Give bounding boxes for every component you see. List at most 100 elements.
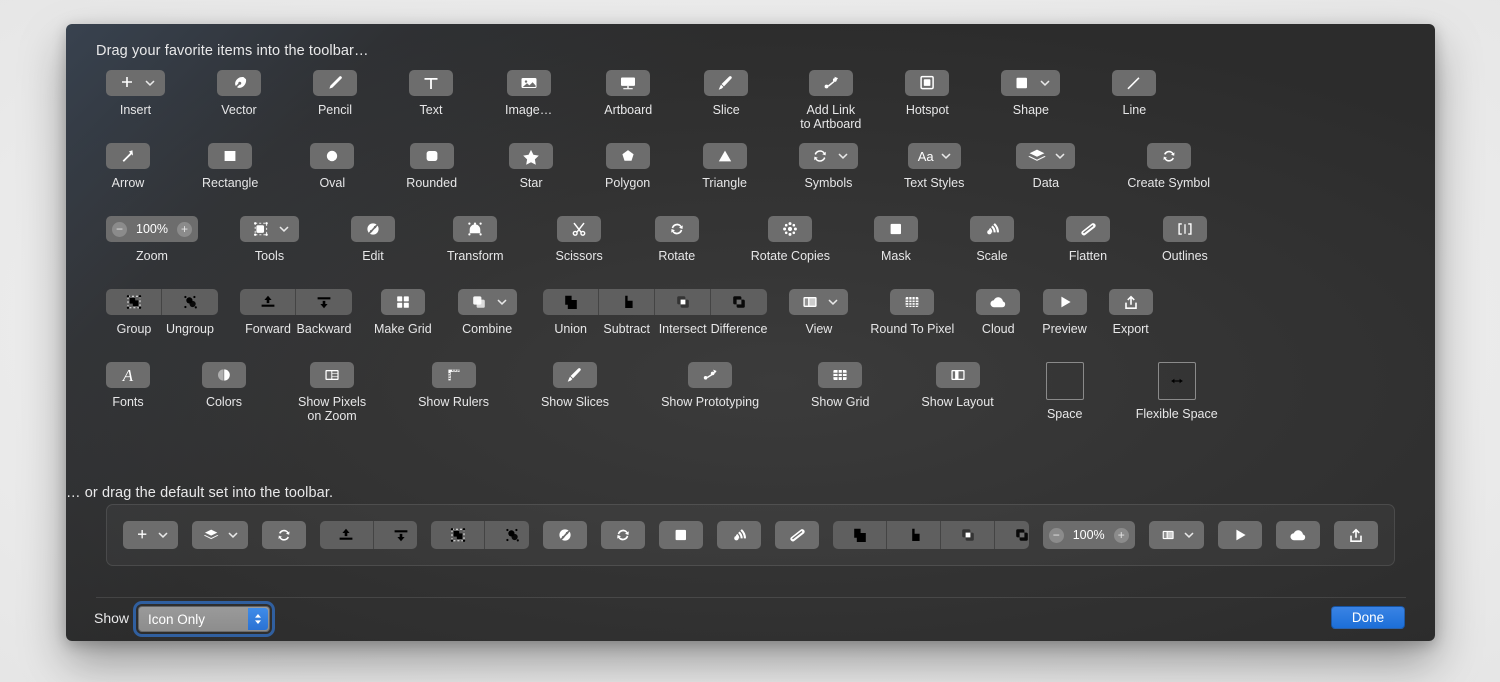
default-item-rotate[interactable] [601, 521, 646, 549]
palette-item-text[interactable]: Text [409, 70, 453, 117]
union-icon[interactable] [833, 521, 888, 549]
artboard-icon[interactable] [606, 70, 651, 96]
chevron-down-icon[interactable] [158, 530, 168, 540]
palette-item-round-to-pixel[interactable]: Round To Pixel [870, 289, 954, 336]
palette-item-rounded[interactable]: Rounded [406, 143, 457, 190]
palette-item-export[interactable]: Export [1108, 289, 1153, 336]
send-backward-icon[interactable] [296, 289, 352, 315]
line-icon[interactable] [1112, 70, 1157, 96]
palette-item-colors[interactable]: Colors [202, 362, 246, 409]
polygon-icon[interactable] [605, 143, 650, 169]
symbols-icon[interactable] [798, 143, 858, 169]
create-symbol-icon[interactable] [1146, 143, 1191, 169]
pencil-icon[interactable] [313, 70, 357, 96]
chevron-down-icon[interactable] [828, 297, 838, 307]
show-select-wrap[interactable]: Icon Only [136, 604, 272, 634]
palette-item-outlines[interactable]: Outlines [1162, 216, 1208, 263]
export-icon[interactable] [1108, 289, 1153, 315]
zoom-minus-button[interactable]: − [112, 221, 127, 237]
chevron-down-icon[interactable] [228, 530, 238, 540]
fonts-a-icon[interactable]: A [106, 362, 150, 388]
image-icon[interactable] [506, 70, 551, 96]
show-layout-icon[interactable] [935, 362, 980, 388]
triangle-icon[interactable] [702, 143, 747, 169]
palette-item-triangle[interactable]: Triangle [702, 143, 747, 190]
palette-item-pencil[interactable]: Pencil [313, 70, 357, 117]
chevron-down-icon[interactable] [497, 297, 507, 307]
default-item-data[interactable] [192, 521, 248, 549]
show-select[interactable]: Icon Only [138, 606, 270, 632]
zoom-plus-button[interactable]: + [1113, 527, 1129, 543]
space-box-icon[interactable] [1045, 362, 1084, 400]
scissors-icon[interactable] [557, 216, 602, 242]
make-grid-icon[interactable] [380, 289, 425, 315]
pen-nib-icon[interactable] [217, 70, 261, 96]
send-backward-icon[interactable] [374, 521, 418, 549]
palette-item-view[interactable]: View [789, 289, 849, 336]
palette-item-slice[interactable]: Slice [704, 70, 749, 117]
show-grid-icon[interactable] [818, 362, 863, 388]
chevron-down-icon[interactable] [941, 151, 951, 161]
default-item-scale[interactable] [717, 521, 762, 549]
arrow-icon[interactable] [106, 143, 150, 169]
chevron-down-icon[interactable] [145, 78, 155, 88]
segmented-control[interactable] [240, 289, 352, 315]
show-pixels-icon[interactable] [310, 362, 355, 388]
palette-item-scissors[interactable]: Scissors [556, 216, 603, 263]
default-item-export[interactable] [1334, 521, 1379, 549]
palette-item-add-link-to-artboard[interactable]: Add Link to Artboard [800, 70, 861, 131]
palette-item-zoom[interactable]: −100% + Zoom [106, 216, 198, 263]
palette-item-rotate-copies[interactable]: Rotate Copies [751, 216, 830, 263]
default-item-preview[interactable] [1218, 521, 1263, 549]
palette-item-make-grid[interactable]: Make Grid [374, 289, 432, 336]
palette-item-line[interactable]: Line [1112, 70, 1157, 117]
default-item-edit[interactable] [543, 521, 588, 549]
palette-item-text-styles[interactable]: Aa Text Styles [904, 143, 964, 190]
default-item-create-symbol[interactable] [261, 521, 306, 549]
round-to-pixel-icon[interactable] [890, 289, 935, 315]
subtract-icon[interactable] [599, 289, 656, 315]
default-item-cloud[interactable] [1276, 521, 1321, 549]
default-item-flatten[interactable] [775, 521, 820, 549]
palette-item-mask[interactable]: Mask [873, 216, 918, 263]
difference-icon[interactable] [995, 521, 1029, 549]
zoom-stepper[interactable]: −100% + [106, 216, 198, 242]
palette-group-union-subtract-intersect-difference[interactable]: Union Subtract Intersect Difference [543, 289, 767, 336]
outlines-icon[interactable] [1162, 216, 1207, 242]
palette-item-tools[interactable]: Tools [240, 216, 299, 263]
palette-item-artboard[interactable]: Artboard [604, 70, 652, 117]
show-slices-icon[interactable] [553, 362, 598, 388]
chevron-down-icon[interactable] [1184, 530, 1194, 540]
shape-square-icon[interactable] [1001, 70, 1061, 96]
chevron-down-icon[interactable] [838, 151, 848, 161]
palette-item-show-grid[interactable]: Show Grid [811, 362, 869, 409]
ungroup-icon[interactable] [485, 521, 529, 549]
palette-group-forward-backward[interactable]: Forward Backward [240, 289, 352, 336]
chevron-down-icon[interactable] [1055, 151, 1065, 161]
default-zoom-stepper[interactable]: −100% + [1042, 521, 1135, 549]
data-layers-icon[interactable] [1016, 143, 1076, 169]
palette-item-flatten[interactable]: Flatten [1065, 216, 1110, 263]
colors-icon[interactable] [202, 362, 246, 388]
palette-item-shape[interactable]: Shape [1001, 70, 1061, 117]
palette-item-image[interactable]: Image… [505, 70, 552, 117]
intersect-icon[interactable] [941, 521, 996, 549]
palette-item-star[interactable]: Star [509, 143, 554, 190]
segmented-control[interactable] [106, 289, 218, 315]
palette-item-show-rulers[interactable]: Show Rulers [418, 362, 489, 409]
palette-item-show-slices[interactable]: Show Slices [541, 362, 609, 409]
palette-item-rectangle[interactable]: Rectangle [202, 143, 258, 190]
bring-forward-icon[interactable] [320, 521, 374, 549]
rotate-icon[interactable] [654, 216, 699, 242]
palette-item-space[interactable]: Space [1045, 362, 1084, 421]
slice-knife-icon[interactable] [704, 70, 749, 96]
flexible-space-icon[interactable] [1157, 362, 1196, 400]
palette-item-preview[interactable]: Preview [1042, 289, 1087, 336]
link-artboard-icon[interactable] [808, 70, 853, 96]
palette-item-data[interactable]: Data [1016, 143, 1076, 190]
default-segmented-union-subtract-intersect-difference[interactable] [833, 521, 1029, 549]
rounded-rect-icon[interactable] [409, 143, 454, 169]
default-segmented-forward-backward[interactable] [319, 521, 418, 549]
palette-item-scale[interactable]: Scale [969, 216, 1014, 263]
union-icon[interactable] [543, 289, 600, 315]
